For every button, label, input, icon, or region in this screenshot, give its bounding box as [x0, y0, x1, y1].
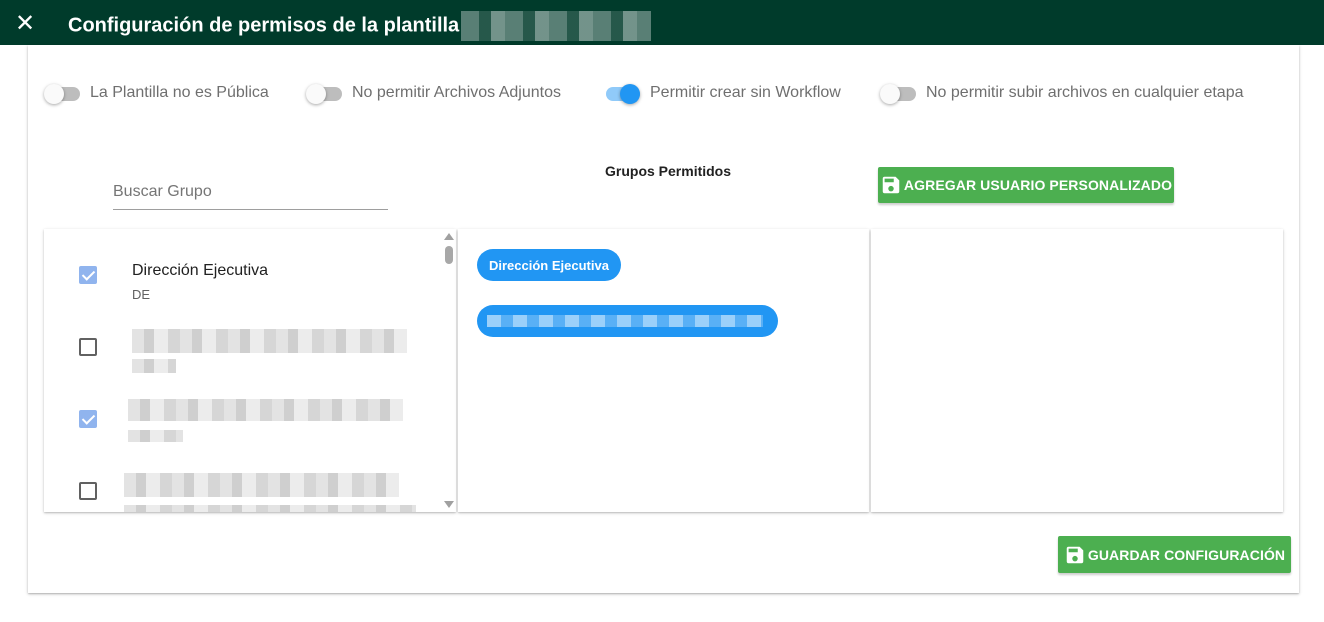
allowed-groups-panel: Dirección Ejecutiva [458, 229, 869, 512]
toggle-switch-workflow[interactable] [604, 83, 640, 104]
group-chip-redacted[interactable] [477, 305, 778, 337]
search-input[interactable] [113, 178, 388, 206]
redacted-group-code [132, 359, 176, 373]
redacted-group-name [132, 329, 407, 353]
save-icon [882, 176, 900, 194]
checkbox[interactable] [79, 410, 97, 428]
scroll-thumb[interactable] [445, 246, 453, 264]
group-list-panel: Dirección Ejecutiva DE [44, 229, 456, 512]
checkbox[interactable] [79, 482, 97, 500]
redacted-group-code [128, 430, 183, 442]
search-group-field [113, 178, 388, 210]
redacted-group-code [124, 505, 416, 512]
toggle-switch-upload-any-stage[interactable] [880, 83, 916, 104]
toggle-label: La Plantilla no es Pública [90, 84, 269, 101]
checkbox[interactable] [79, 266, 97, 284]
add-custom-user-label: AGREGAR USUARIO PERSONALIZADO [903, 177, 1173, 193]
save-icon [1066, 546, 1084, 563]
save-configuration-label: GUARDAR CONFIGURACIÓN [1087, 546, 1286, 563]
dialog-header: ✕ Configuración de permisos de la planti… [0, 0, 1324, 45]
toggle-attachments[interactable]: No permitir Archivos Adjuntos [306, 82, 561, 104]
save-configuration-button[interactable]: GUARDAR CONFIGURACIÓN [1058, 536, 1291, 573]
toggle-label: No permitir subir archivos en cualquier … [926, 84, 1244, 101]
toggle-workflow[interactable]: Permitir crear sin Workflow [604, 82, 841, 104]
checkbox[interactable] [79, 338, 97, 356]
toggle-switch-attachments[interactable] [306, 83, 342, 104]
scroll-down-arrow-icon[interactable] [444, 501, 454, 508]
group-chip[interactable]: Dirección Ejecutiva [477, 249, 621, 281]
redacted-group-name [124, 473, 399, 497]
toggle-switch-public[interactable] [44, 83, 80, 104]
toggle-label: Permitir crear sin Workflow [650, 84, 841, 101]
redacted-template-name [461, 11, 652, 41]
toggle-label: No permitir Archivos Adjuntos [352, 84, 561, 101]
close-icon[interactable]: ✕ [12, 10, 38, 37]
dialog-title: Configuración de permisos de la plantill… [68, 11, 652, 41]
toggle-public[interactable]: La Plantilla no es Pública [44, 82, 269, 104]
group-name: Dirección Ejecutiva [132, 262, 269, 279]
group-code: DE [132, 287, 151, 302]
list-scrollbar[interactable] [442, 229, 456, 512]
redacted-chip-text [487, 315, 763, 327]
custom-users-panel [871, 229, 1283, 512]
add-custom-user-button[interactable]: AGREGAR USUARIO PERSONALIZADO [878, 167, 1174, 203]
dialog-title-text: Configuración de permisos de la plantill… [68, 14, 460, 37]
allowed-groups-title: Grupos Permitidos [605, 163, 732, 179]
scroll-up-arrow-icon[interactable] [444, 233, 454, 240]
toggle-upload-any-stage[interactable]: No permitir subir archivos en cualquier … [880, 82, 1243, 104]
redacted-group-name [128, 399, 403, 421]
